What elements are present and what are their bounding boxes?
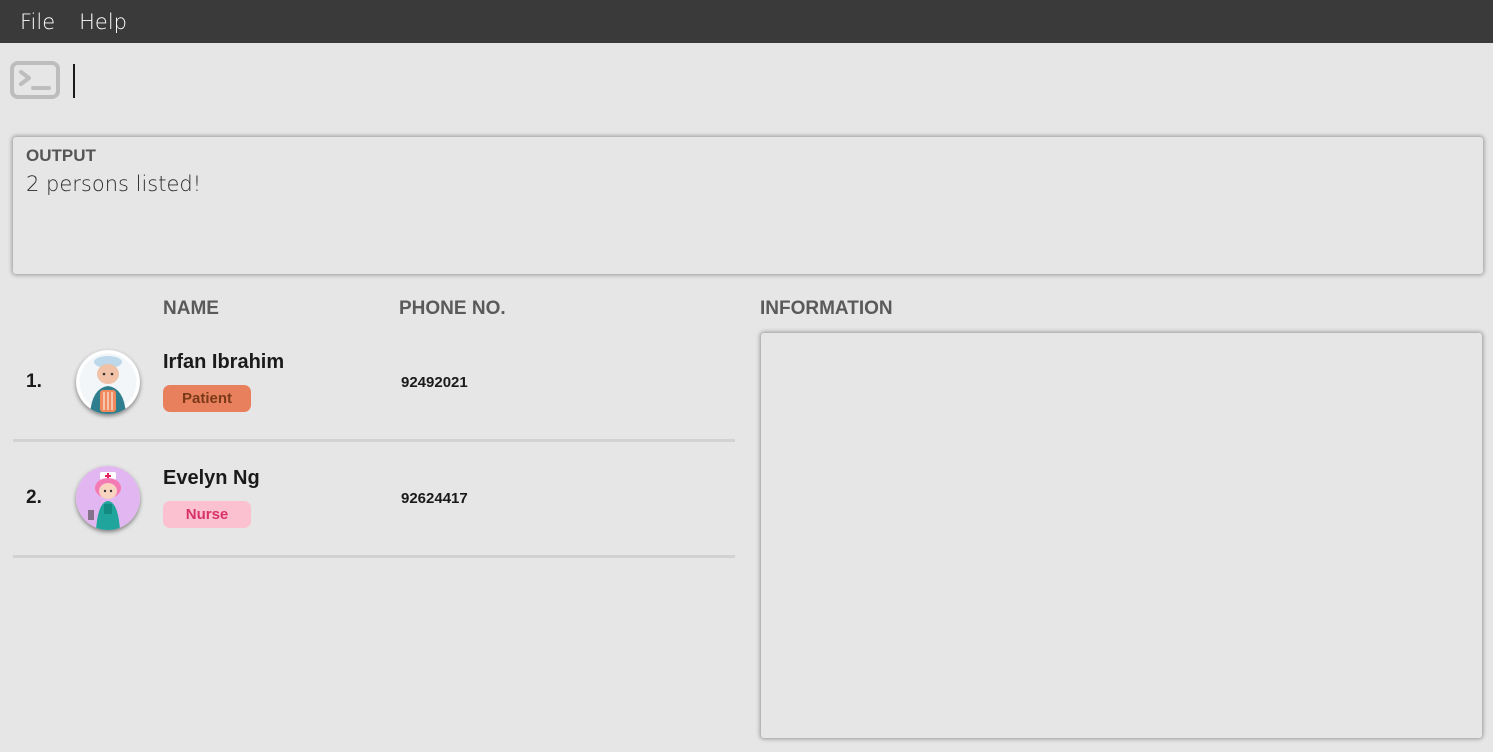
role-tag: Patient: [163, 385, 251, 412]
menu-file[interactable]: File: [20, 10, 55, 34]
person-name: Evelyn Ng: [163, 467, 260, 489]
information-panel: [761, 333, 1482, 738]
text-caret: [73, 64, 75, 98]
output-panel: OUTPUT 2 persons listed!: [13, 137, 1483, 274]
person-name: Irfan Ibrahim: [163, 351, 285, 373]
information-header: INFORMATION: [760, 298, 893, 319]
row-index: 2.: [26, 487, 42, 508]
person-list: 1. Irfan Ibrahim Patient 92492021 2. Eve…: [13, 326, 735, 558]
phone-number: 92492021: [401, 374, 468, 391]
phone-number: 92624417: [401, 490, 468, 507]
command-bar: [0, 43, 1493, 121]
person-row[interactable]: 1. Irfan Ibrahim Patient 92492021: [13, 326, 735, 442]
patient-avatar: [76, 350, 140, 414]
row-index: 1.: [26, 371, 42, 392]
person-row[interactable]: 2. Evelyn Ng Nurse 92624417: [13, 442, 735, 558]
command-input[interactable]: [70, 63, 1470, 99]
output-label: OUTPUT: [26, 146, 96, 165]
menu-bar: File Help: [0, 0, 1493, 43]
output-text: 2 persons listed!: [26, 172, 202, 196]
name-column-header: NAME: [163, 298, 219, 319]
role-tag: Nurse: [163, 501, 251, 528]
phone-column-header: PHONE NO.: [399, 298, 506, 319]
terminal-icon: [10, 61, 60, 99]
menu-help[interactable]: Help: [79, 10, 127, 34]
nurse-avatar: [76, 466, 140, 530]
